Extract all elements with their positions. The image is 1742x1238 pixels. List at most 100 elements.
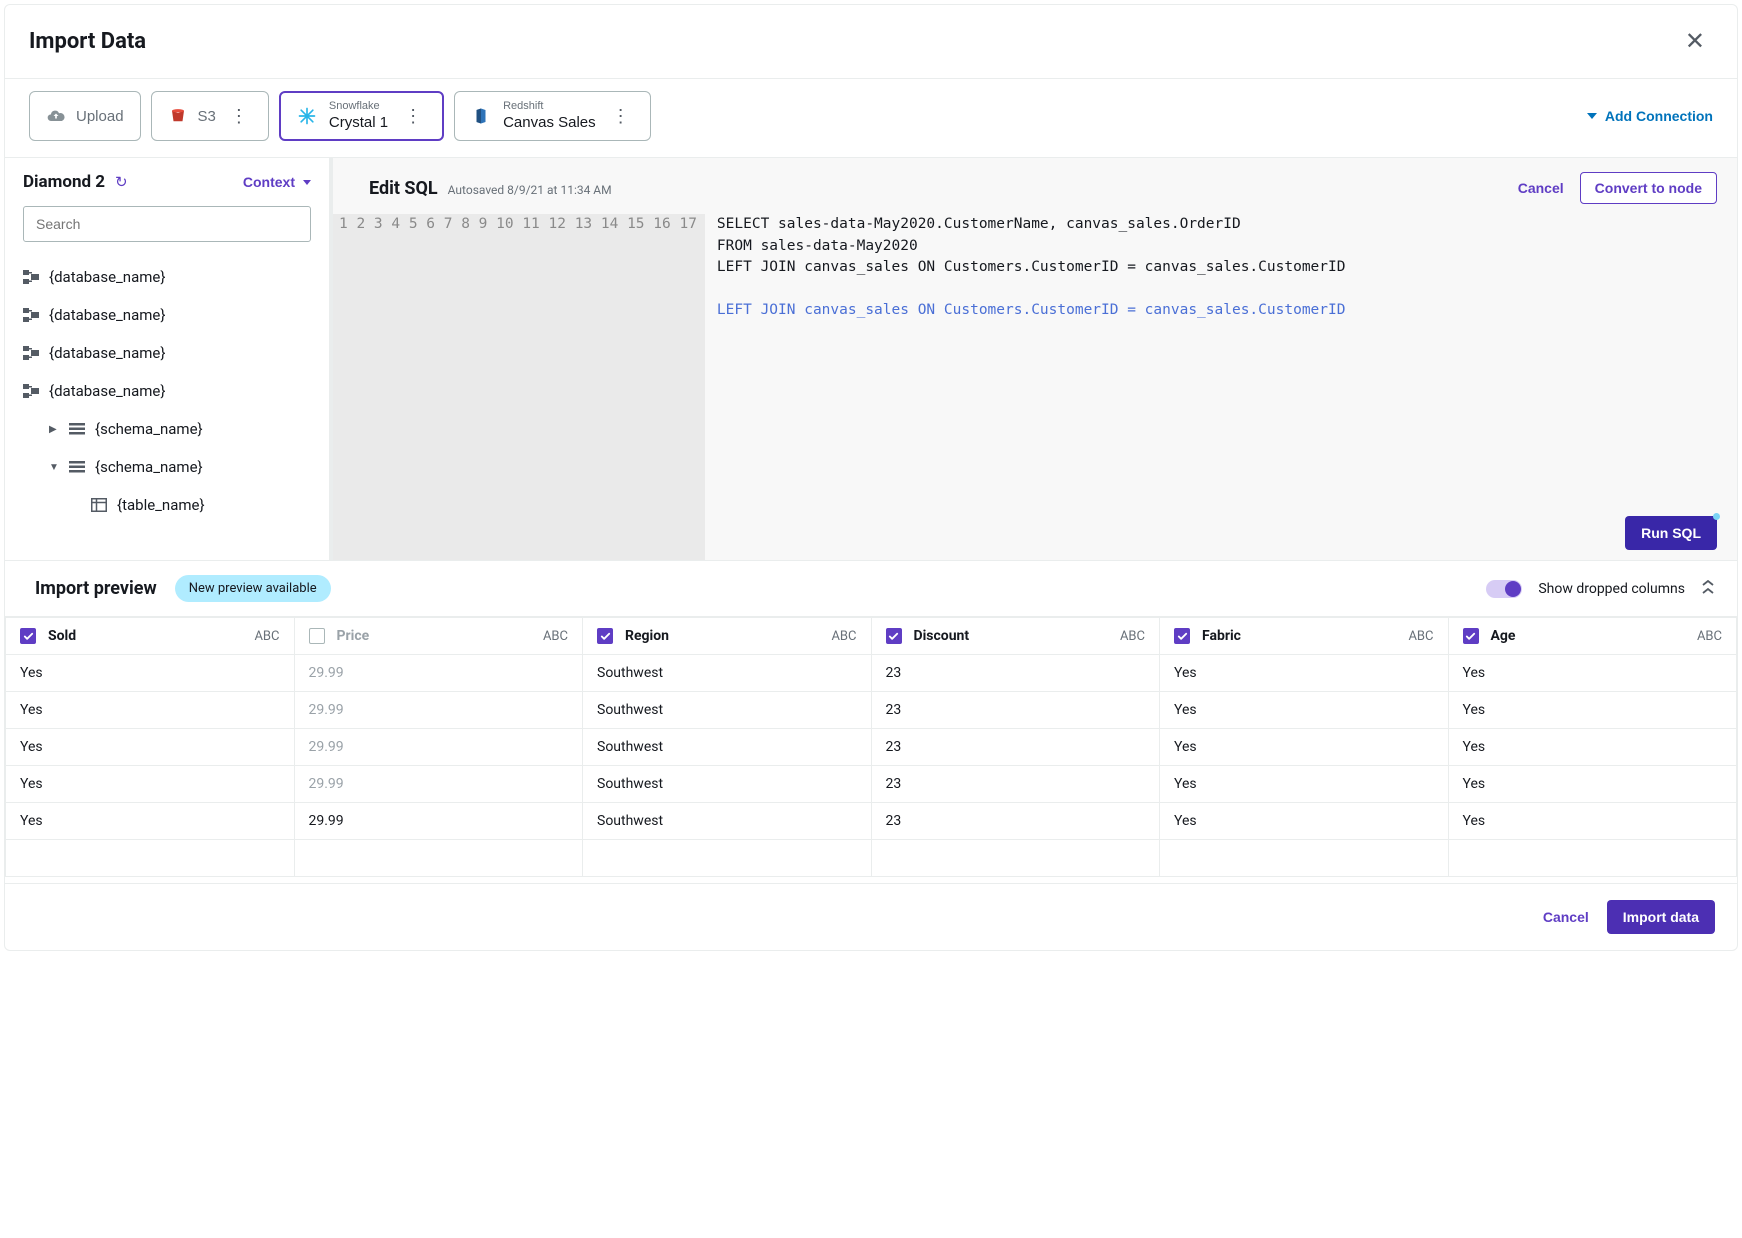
- table-cell: Yes: [1160, 655, 1449, 692]
- modal-header: Import Data ✕: [5, 5, 1737, 79]
- source-upload[interactable]: Upload: [29, 91, 141, 141]
- preview-pill[interactable]: New preview available: [175, 575, 331, 602]
- column-header[interactable]: Sold ABC: [6, 618, 295, 655]
- column-header[interactable]: PriceABC: [294, 618, 583, 655]
- collapse-icon[interactable]: [1701, 580, 1715, 598]
- modal-footer: Cancel Import data: [5, 883, 1737, 950]
- context-label: Context: [243, 174, 295, 190]
- add-connection-button[interactable]: Add Connection: [1587, 108, 1713, 124]
- table-cell: [6, 840, 295, 877]
- table-cell: Yes: [1160, 803, 1449, 840]
- chevron-down-icon: [1587, 113, 1597, 119]
- table-icon: [91, 498, 107, 512]
- kebab-icon[interactable]: ⋮: [608, 107, 634, 125]
- convert-to-node-button[interactable]: Convert to node: [1580, 172, 1717, 204]
- table-cell: [583, 840, 872, 877]
- table-cell: Yes: [6, 692, 295, 729]
- tree-item-label: {table_name}: [117, 496, 205, 514]
- column-header[interactable]: Discount ABC: [871, 618, 1160, 655]
- code-content[interactable]: SELECT sales-data-May2020.CustomerName, …: [705, 214, 1358, 560]
- tree-table-item[interactable]: {table_name}: [23, 486, 311, 524]
- table-cell: [1160, 840, 1449, 877]
- tree-item-label: {schema_name}: [95, 420, 203, 438]
- source-snowflake[interactable]: Snowflake Crystal 1 ⋮: [279, 91, 444, 141]
- table-cell: Yes: [6, 803, 295, 840]
- table-cell: Yes: [1448, 655, 1737, 692]
- table-body: Yes29.99Southwest23YesYesYes29.99Southwe…: [6, 655, 1737, 877]
- column-type: ABC: [831, 629, 856, 644]
- redshift-icon: [471, 106, 491, 126]
- database-tree: {database_name} {database_name} {databas…: [23, 258, 311, 524]
- tree-schema-item[interactable]: ▶ {schema_name}: [23, 410, 311, 448]
- table-cell: 29.99: [294, 729, 583, 766]
- close-button[interactable]: ✕: [1677, 23, 1713, 60]
- preview-table-wrap: SoldABCPriceABCRegionABCDiscountABCFabri…: [5, 616, 1737, 877]
- database-icon: [23, 308, 39, 322]
- table-cell: Southwest: [583, 803, 872, 840]
- column-checkbox[interactable]: [309, 628, 325, 644]
- table-cell: 23: [871, 692, 1160, 729]
- column-name: Price: [337, 628, 370, 644]
- context-dropdown[interactable]: Context: [243, 174, 311, 190]
- cancel-button[interactable]: Cancel: [1543, 909, 1589, 925]
- column-type: ABC: [1120, 629, 1145, 644]
- s3-icon: [168, 106, 188, 126]
- column-checkbox[interactable]: [1463, 628, 1479, 644]
- tree-database-item[interactable]: {database_name}: [23, 334, 311, 372]
- column-name: Discount: [914, 628, 970, 644]
- table-cell: [294, 840, 583, 877]
- column-name: Fabric: [1202, 628, 1241, 644]
- source-snowflake-label: Crystal 1: [329, 114, 388, 132]
- schema-icon: [69, 423, 85, 435]
- refresh-icon[interactable]: ↻: [115, 173, 128, 191]
- table-cell: 29.99: [294, 655, 583, 692]
- table-row: Yes29.99Southwest23YesYes: [6, 803, 1737, 840]
- tree-item-label: {schema_name}: [95, 458, 203, 476]
- column-checkbox[interactable]: [1174, 628, 1190, 644]
- tree-database-item[interactable]: {database_name}: [23, 372, 311, 410]
- column-name: Sold: [48, 628, 76, 644]
- table-cell: 23: [871, 766, 1160, 803]
- column-header[interactable]: Region ABC: [583, 618, 872, 655]
- code-editor[interactable]: 1 2 3 4 5 6 7 8 9 10 11 12 13 14 15 16 1…: [333, 214, 1737, 560]
- table-cell: [871, 840, 1160, 877]
- column-type: ABC: [254, 629, 279, 644]
- import-data-button[interactable]: Import data: [1607, 900, 1715, 934]
- table-row: [6, 840, 1737, 877]
- cancel-sql-button[interactable]: Cancel: [1518, 180, 1564, 196]
- column-checkbox[interactable]: [597, 628, 613, 644]
- column-header[interactable]: AgeABC: [1448, 618, 1737, 655]
- database-icon: [23, 270, 39, 284]
- preview-title: Import preview: [35, 578, 157, 599]
- column-checkbox[interactable]: [20, 628, 36, 644]
- table-cell: Southwest: [583, 766, 872, 803]
- column-checkbox[interactable]: [886, 628, 902, 644]
- tree-database-item[interactable]: {database_name}: [23, 258, 311, 296]
- tree-database-item[interactable]: {database_name}: [23, 296, 311, 334]
- tree-item-label: {database_name}: [49, 382, 165, 400]
- kebab-icon[interactable]: ⋮: [226, 107, 252, 125]
- tree-item-label: {database_name}: [49, 344, 165, 362]
- table-cell: Yes: [1448, 692, 1737, 729]
- table-cell: Yes: [6, 655, 295, 692]
- column-name: Region: [625, 628, 669, 644]
- sidebar-title: Diamond 2: [23, 172, 105, 192]
- table-cell: Southwest: [583, 655, 872, 692]
- chevron-down-icon: ▼: [49, 462, 59, 473]
- kebab-icon[interactable]: ⋮: [400, 107, 426, 125]
- preview-table: SoldABCPriceABCRegionABCDiscountABCFabri…: [5, 617, 1737, 877]
- run-sql-button[interactable]: Run SQL: [1625, 516, 1717, 550]
- show-dropped-toggle[interactable]: [1486, 580, 1522, 598]
- search-input[interactable]: [23, 206, 311, 242]
- source-redshift[interactable]: Redshift Canvas Sales ⋮: [454, 91, 651, 141]
- source-s3-label: S3: [198, 108, 216, 125]
- table-cell: Yes: [1448, 729, 1737, 766]
- table-cell: Yes: [1160, 692, 1449, 729]
- column-type: ABC: [1408, 629, 1433, 644]
- column-header[interactable]: Fabric ABC: [1160, 618, 1449, 655]
- source-s3[interactable]: S3 ⋮: [151, 91, 269, 141]
- table-cell: Yes: [6, 729, 295, 766]
- tree-schema-item[interactable]: ▼ {schema_name}: [23, 448, 311, 486]
- table-cell: 23: [871, 655, 1160, 692]
- chevron-down-icon: [303, 180, 311, 185]
